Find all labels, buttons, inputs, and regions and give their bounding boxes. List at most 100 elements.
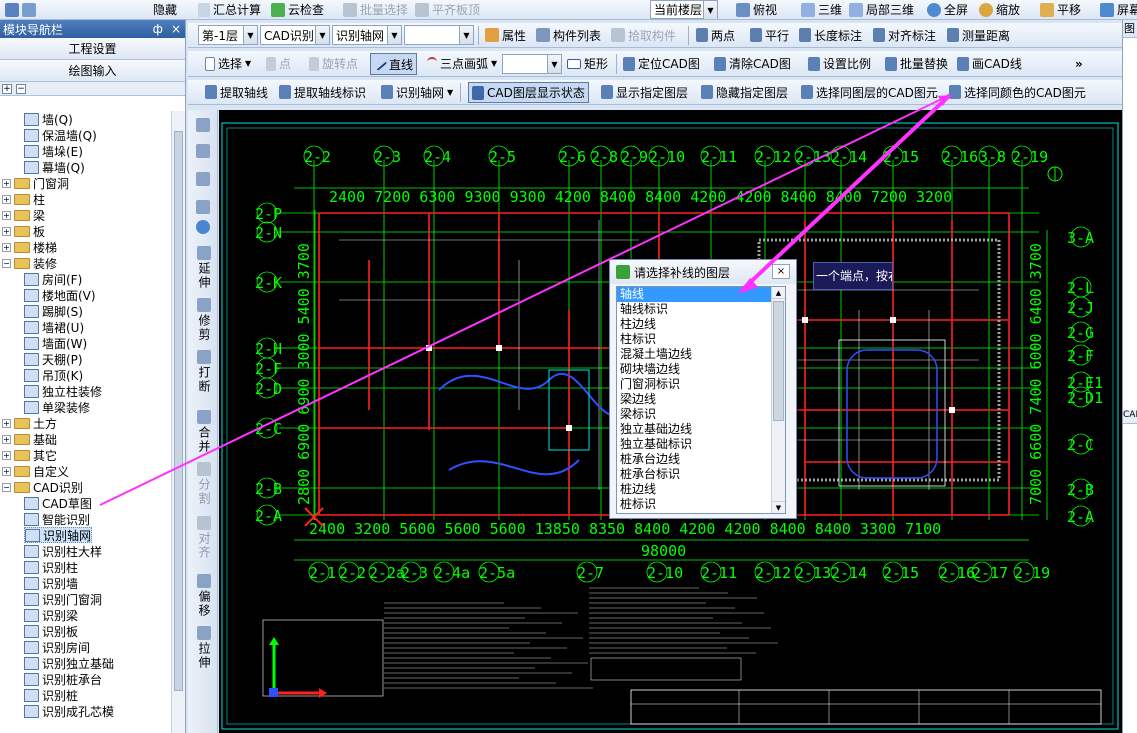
expand-icon[interactable]: + xyxy=(2,466,11,476)
collapse-icon[interactable]: − xyxy=(2,482,11,492)
point-button[interactable]: 点 xyxy=(263,51,294,76)
expand-icon[interactable]: + xyxy=(2,226,11,236)
tree-item[interactable]: 踢脚(S) xyxy=(24,303,83,319)
align-slab-top-button[interactable]: 平齐板顶 xyxy=(412,0,483,19)
layer-list-item[interactable]: 混凝土墙边线 xyxy=(617,347,785,362)
expand-icon[interactable]: + xyxy=(2,418,11,428)
tree-item[interactable]: 识别桩 xyxy=(24,687,78,703)
tree-folder[interactable]: + 自定义 xyxy=(2,463,69,479)
partial-3d-button[interactable]: 局部三维 xyxy=(846,0,917,19)
summary-calc-button[interactable]: 汇总计算 xyxy=(195,0,264,19)
extract-axis-button[interactable]: 提取轴线 xyxy=(202,80,271,104)
select-button[interactable]: 选择 ▼ xyxy=(202,51,254,76)
tree-folder[interactable]: + 梁 xyxy=(2,207,45,223)
show-layer-button[interactable]: 显示指定图层 xyxy=(598,80,691,104)
pin-icon[interactable]: ф xyxy=(153,22,163,36)
brush-icon[interactable] xyxy=(196,118,210,132)
tree-item[interactable]: 识别门窗洞 xyxy=(24,591,102,607)
component-list-button[interactable]: 构件列表 xyxy=(533,23,604,47)
tree-folder[interactable]: + 楼梯 xyxy=(2,239,57,255)
layer-list-item[interactable]: 砌块墙边线 xyxy=(617,362,785,377)
component-select[interactable]: ▼ xyxy=(404,25,474,45)
tree-item[interactable]: 墙面(W) xyxy=(24,335,87,351)
tree-item[interactable]: 单梁装修 xyxy=(24,399,90,415)
tree-item[interactable]: 墙垛(E) xyxy=(24,143,83,159)
layer-list-item[interactable]: 梁标识 xyxy=(617,407,785,422)
fullscreen-button[interactable]: 全屏 xyxy=(924,0,971,19)
tree-item[interactable]: 墙裙(U) xyxy=(24,319,84,335)
properties-button[interactable]: 属性 xyxy=(482,23,529,47)
tree-folder[interactable]: − CAD识别 xyxy=(2,479,83,495)
set-scale-button[interactable]: 设置比例 xyxy=(805,51,874,76)
copy-icon[interactable] xyxy=(196,144,210,158)
layer-list-item[interactable]: 桩承台边线 xyxy=(617,452,785,467)
3d-button[interactable]: 三维 xyxy=(798,0,845,19)
tree-folder[interactable]: − 装修 xyxy=(2,255,57,271)
line-button[interactable]: 直线 xyxy=(370,53,418,75)
more-tools-button[interactable]: » xyxy=(1072,51,1086,76)
tree-item[interactable]: 识别梁 xyxy=(24,607,78,623)
draw-cad-line-button[interactable]: 画CAD线 xyxy=(954,51,1025,76)
rotate-icon[interactable] xyxy=(196,220,210,234)
tree-item[interactable]: 墙(Q) xyxy=(24,111,73,127)
two-point-button[interactable]: 两点 xyxy=(693,23,738,47)
close-icon[interactable]: × xyxy=(171,22,181,36)
split-button[interactable]: 分割 xyxy=(193,462,215,506)
tree-item[interactable]: 识别柱大样 xyxy=(24,543,102,559)
current-floor-combo[interactable]: 当前楼层 ▼ xyxy=(650,0,718,19)
layer-list-item[interactable]: 柱边线 xyxy=(617,317,785,332)
length-dim-button[interactable]: 长度标注 xyxy=(796,23,865,47)
tree-folder[interactable]: + 门窗洞 xyxy=(2,175,69,191)
merge-button[interactable]: 合并 xyxy=(193,410,215,454)
hide-layer-button[interactable]: 隐藏指定图层 xyxy=(698,80,791,104)
rectangle-button[interactable]: 矩形 xyxy=(564,51,611,76)
scroll-thumb[interactable] xyxy=(773,301,784,421)
parallel-button[interactable]: 平行 xyxy=(747,23,792,47)
cloud-check-button[interactable]: 云检查 xyxy=(268,0,327,19)
collapse-icon[interactable]: − xyxy=(2,258,11,268)
offset-button[interactable]: 偏移 xyxy=(193,574,215,618)
layer-list-item[interactable]: 梁边线 xyxy=(617,392,785,407)
layer-list-item[interactable]: 门窗洞标识 xyxy=(617,377,785,392)
tree-item[interactable]: 识别轴网 xyxy=(24,527,93,543)
hide-button[interactable]: 隐藏 xyxy=(150,0,180,19)
expand-icon[interactable]: + xyxy=(2,210,11,220)
screen-button[interactable]: 屏幕 xyxy=(1097,0,1137,19)
measure-distance-button[interactable]: 测量距离 xyxy=(944,23,1013,47)
tree-item[interactable]: 识别成孔芯模 xyxy=(24,703,114,719)
identify-axis-grid-button[interactable]: 识别轴网 ▼ xyxy=(378,80,456,104)
arc-option-select[interactable]: ▼ xyxy=(502,54,562,74)
batch-replace-button[interactable]: 批量替换 xyxy=(882,51,951,76)
layer-list-scrollbar[interactable]: ▲ ▼ xyxy=(771,287,785,513)
tree-item[interactable]: 楼地面(V) xyxy=(24,287,96,303)
select-same-layer-button[interactable]: 选择同图层的CAD图元 xyxy=(798,80,941,104)
floor-select[interactable]: 第-1层 ▼ xyxy=(198,25,258,45)
batch-select-button[interactable]: 批量选择 xyxy=(340,0,411,19)
break-button[interactable]: 打断 xyxy=(193,350,215,394)
expand-icon[interactable]: + xyxy=(2,242,11,252)
dialog-close-button[interactable]: × xyxy=(772,264,790,279)
tree-item[interactable]: 吊顶(K) xyxy=(24,367,83,383)
align-dim-button[interactable]: 对齐标注 xyxy=(870,23,939,47)
stretch-button[interactable]: 拉伸 xyxy=(193,626,215,670)
top-view-button[interactable]: 俯视 xyxy=(733,0,780,19)
extract-axis-label-button[interactable]: 提取轴线标识 xyxy=(276,80,369,104)
drawing-input-button[interactable]: 绘图输入 xyxy=(0,60,185,82)
three-point-arc-button[interactable]: 三点画弧 ▼ xyxy=(424,51,500,76)
collapse-all-icon[interactable]: − xyxy=(16,83,26,94)
tree-item[interactable]: 独立柱装修 xyxy=(24,383,102,399)
scroll-up-icon[interactable]: ▲ xyxy=(772,287,785,299)
tree-folder[interactable]: + 土方 xyxy=(2,415,57,431)
locate-cad-button[interactable]: 定位CAD图 xyxy=(620,51,703,76)
tree-folder[interactable]: + 其它 xyxy=(2,447,57,463)
subtype-select[interactable]: 识别轴网 ▼ xyxy=(332,25,402,45)
tree-item[interactable]: 房间(F) xyxy=(24,271,82,287)
tree-item[interactable]: CAD草图 xyxy=(24,495,92,511)
tree-scrollbar[interactable] xyxy=(171,111,185,733)
trim-button[interactable]: 修剪 xyxy=(193,298,215,342)
tree-item[interactable]: 识别板 xyxy=(24,623,78,639)
rotate-point-button[interactable]: 旋转点 xyxy=(306,51,361,76)
layer-list-item[interactable]: 独立基础标识 xyxy=(617,437,785,452)
extend-button[interactable]: 延伸 xyxy=(193,246,215,290)
mirror-icon[interactable] xyxy=(196,172,210,186)
